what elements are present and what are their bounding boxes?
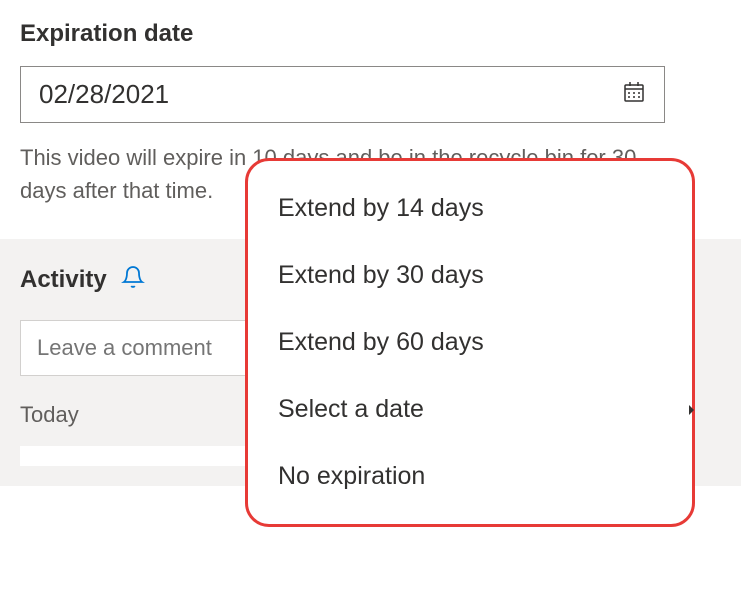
expiration-date-label: Expiration date [20,20,721,48]
expiration-date-input[interactable]: 02/28/2021 [20,66,665,123]
activity-title: Activity [20,266,107,294]
dropdown-item-label: Select a date [278,395,424,423]
dropdown-item-label: No expiration [278,462,425,490]
dropdown-item-extend-30[interactable]: Extend by 30 days [248,242,692,309]
dropdown-item-label: Extend by 60 days [278,328,484,356]
dropdown-item-label: Extend by 30 days [278,261,484,289]
chevron-right-icon [689,405,694,415]
comment-placeholder: Leave a comment [37,335,212,360]
calendar-icon[interactable] [622,80,646,109]
expiration-dropdown-menu: Extend by 14 days Extend by 30 days Exte… [245,158,695,527]
dropdown-item-label: Extend by 14 days [278,194,484,222]
date-value: 02/28/2021 [39,79,622,110]
dropdown-item-select-date[interactable]: Select a date [248,376,692,443]
bell-icon[interactable] [121,265,145,294]
dropdown-item-no-expiration[interactable]: No expiration [248,443,692,510]
dropdown-item-extend-14[interactable]: Extend by 14 days [248,175,692,242]
dropdown-item-extend-60[interactable]: Extend by 60 days [248,309,692,376]
